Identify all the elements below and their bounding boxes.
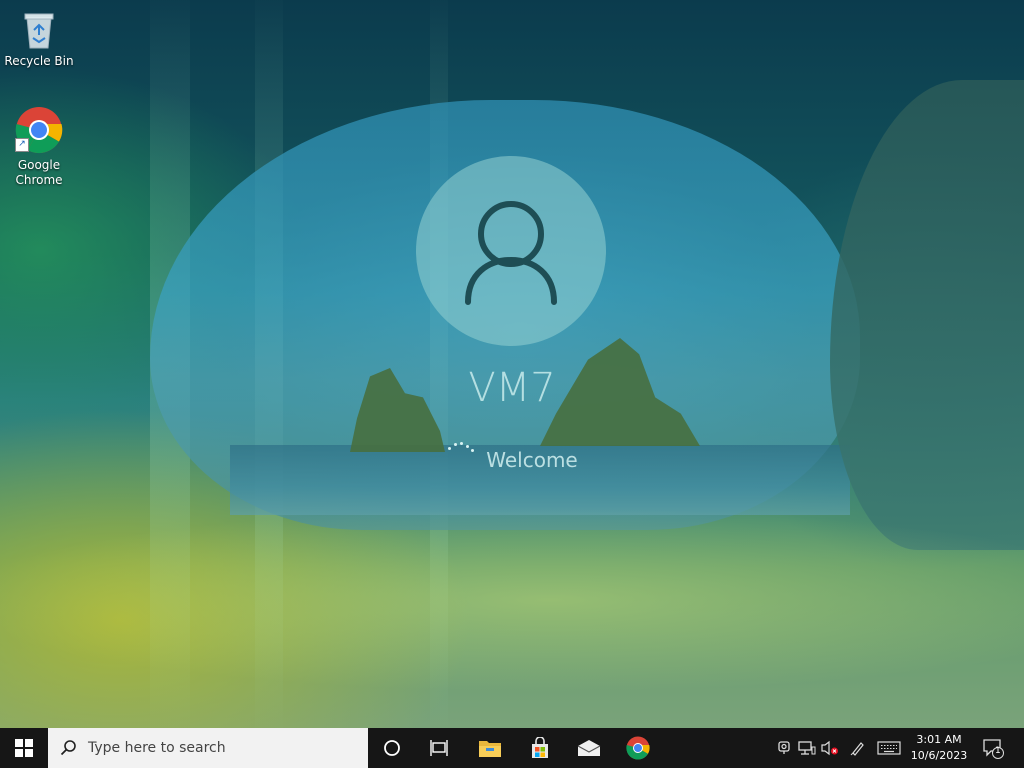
taskbar-file-explorer[interactable] [466,728,514,768]
shortcut-arrow-icon: ↗ [15,138,29,152]
start-button[interactable] [0,728,48,768]
taskbar-clock[interactable]: 3:01 AM 10/6/2023 [904,732,974,764]
action-center-button[interactable]: 1 [982,737,1004,759]
network-icon [798,741,816,755]
user-avatar [416,156,606,346]
desktop-icon-label: Recycle Bin [4,54,74,68]
recycle-bin-icon [21,10,57,50]
windows-logo-icon [15,739,33,757]
volume-muted-icon [821,740,838,756]
task-view-button[interactable] [416,728,462,768]
notification-count-badge: 1 [995,746,1001,756]
user-name: VM7 [468,365,556,411]
login-status: Welcome [486,448,578,472]
file-explorer-icon [479,741,501,757]
mail-icon [577,740,601,756]
webcam-icon [778,741,790,754]
tray-volume-button[interactable] [820,738,840,758]
wallpaper-cave-wall [830,80,1024,550]
chrome-icon: ↗ [15,106,63,154]
desktop: Recycle Bin ↗ Google Chrome VM7 Welcome [0,0,1024,728]
microsoft-store-icon [532,737,548,758]
pen-icon [850,742,864,756]
wallpaper-glow [0,500,1024,700]
cortana-button[interactable] [370,728,414,768]
search-icon [60,740,76,756]
keyboard-icon [877,741,901,755]
chrome-icon [626,736,650,760]
task-view-icon [430,740,448,756]
cortana-icon [384,740,400,756]
desktop-icon-label: Google Chrome [15,158,63,187]
search-placeholder: Type here to search [88,740,226,756]
tray-meet-now-button[interactable] [774,738,794,758]
desktop-icon-google-chrome[interactable]: ↗ Google Chrome [1,104,77,188]
clock-time: 3:01 AM [916,733,962,746]
clock-date: 10/6/2023 [910,749,968,762]
taskbar-mail[interactable] [566,728,612,768]
user-icon [465,201,557,305]
taskbar-microsoft-store[interactable] [516,728,564,768]
taskbar: Type here to search 3:01 AM 10/6/2023 1 [0,728,1024,768]
tray-network-button[interactable] [797,738,817,758]
taskbar-chrome[interactable] [614,728,662,768]
tray-pen-button[interactable] [848,738,868,758]
desktop-icon-recycle-bin[interactable]: Recycle Bin [1,2,77,69]
tray-touch-keyboard-button[interactable] [876,738,902,758]
taskbar-search-box[interactable]: Type here to search [48,728,368,768]
